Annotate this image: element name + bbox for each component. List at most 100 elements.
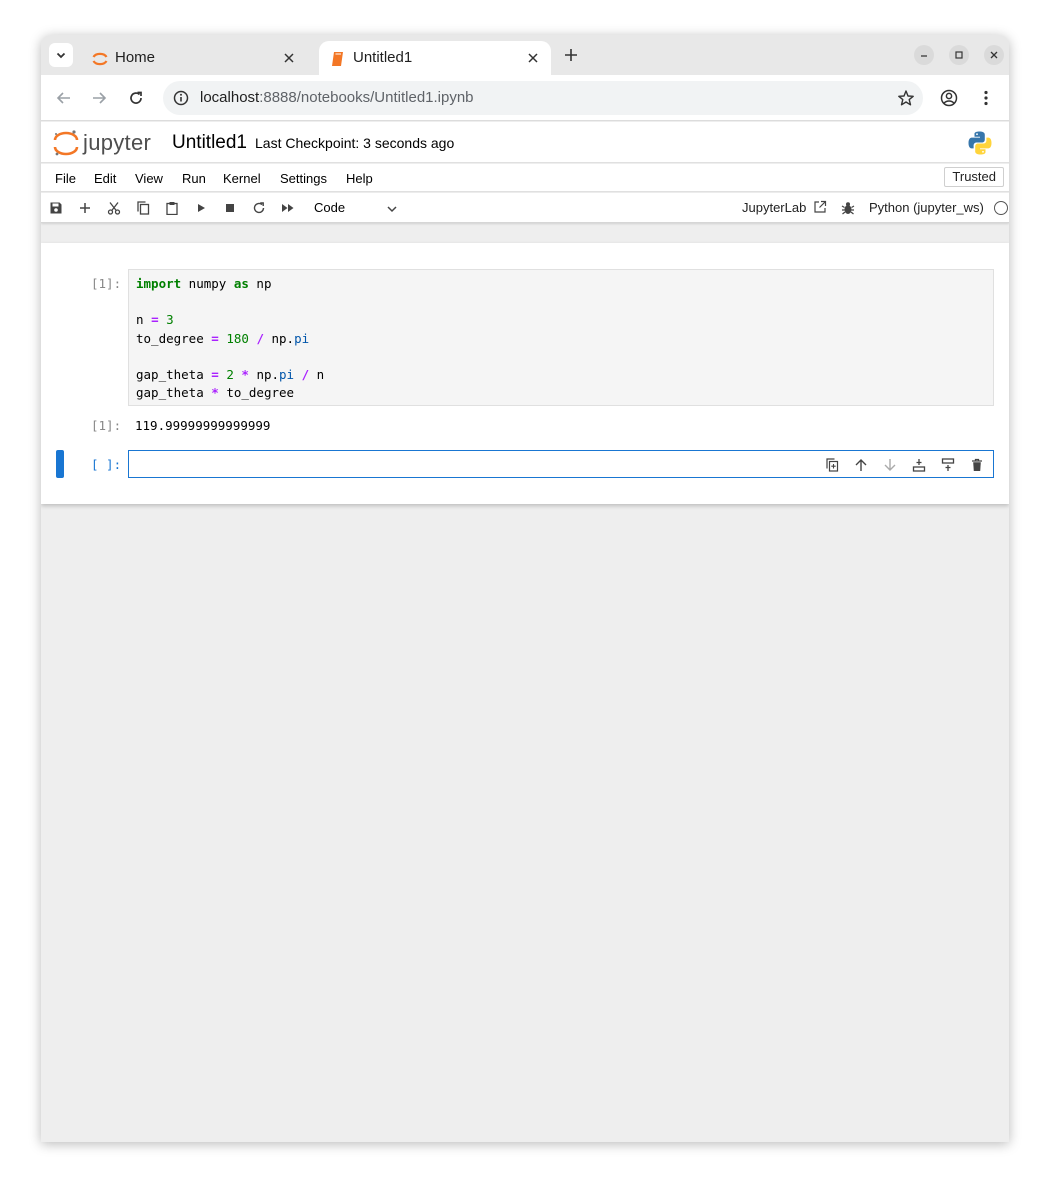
- chevron-down-icon[interactable]: [385, 202, 399, 216]
- code-line: import numpy as np: [136, 276, 272, 291]
- move-cell-up-button[interactable]: [853, 457, 869, 473]
- arrow-right-icon: [93, 92, 107, 104]
- browser-window: Home Untitled1 localhost:8888/notebooks/…: [41, 35, 1009, 1142]
- jupyter-header: jupyter Untitled1 Last Checkpoint: 3 sec…: [41, 122, 1009, 163]
- code-line: n = 3: [136, 312, 174, 327]
- fast-forward-icon: [282, 204, 294, 212]
- maximize-icon: [955, 51, 963, 59]
- scissors-icon: [107, 202, 121, 215]
- forward-button[interactable]: [89, 88, 109, 108]
- notebook-panel: [1]: import numpy as np n = 3 to_degree …: [41, 243, 1009, 504]
- url-text: localhost:8888/notebooks/Untitled1.ipynb: [200, 89, 474, 106]
- menu-settings[interactable]: Settings: [280, 171, 327, 186]
- menu-file[interactable]: File: [55, 171, 76, 186]
- insert-cell-above-button[interactable]: [911, 457, 927, 473]
- last-checkpoint: Last Checkpoint: 3 seconds ago: [255, 135, 455, 151]
- tab-home[interactable]: Home: [81, 41, 307, 75]
- restart-run-all-button[interactable]: [280, 200, 296, 216]
- close-window-button[interactable]: [984, 45, 1004, 65]
- python-logo-icon: [968, 131, 992, 155]
- more-vert-icon: [984, 90, 988, 106]
- external-link-icon[interactable]: [813, 200, 827, 214]
- jupyter-favicon: [92, 52, 108, 66]
- minimize-button[interactable]: [914, 45, 934, 65]
- maximize-button[interactable]: [949, 45, 969, 65]
- arrow-left-icon: [56, 92, 70, 104]
- jupyter-wordmark: jupyter: [83, 130, 152, 155]
- trash-icon: [972, 458, 982, 471]
- plus-icon: [80, 203, 90, 213]
- move-cell-down-button[interactable]: [882, 457, 898, 473]
- account-icon: [940, 89, 958, 107]
- menu-edit[interactable]: Edit: [94, 171, 116, 186]
- paste-button[interactable]: [164, 200, 180, 216]
- jupyterlab-link[interactable]: JupyterLab: [742, 200, 806, 215]
- menu-kernel[interactable]: Kernel: [223, 171, 261, 186]
- notebook-title[interactable]: Untitled1: [172, 132, 247, 154]
- cell-output: 119.99999999999999: [135, 418, 271, 433]
- insert-above-icon: [912, 459, 926, 472]
- code-line: gap_theta = 2 * np.pi / n: [136, 367, 325, 382]
- insert-cell-below-button[interactable]: [940, 457, 956, 473]
- output-prompt: [1]:: [91, 418, 122, 433]
- insert-below-icon: [941, 458, 955, 471]
- info-icon[interactable]: [173, 90, 189, 106]
- close-icon: [990, 51, 998, 59]
- arrow-down-icon: [884, 459, 896, 471]
- clipboard-icon: [166, 202, 178, 215]
- input-prompt: [1]:: [91, 276, 122, 291]
- duplicate-cell-button[interactable]: [824, 457, 840, 473]
- trusted-indicator[interactable]: Trusted: [944, 167, 1004, 187]
- close-icon[interactable]: [525, 50, 541, 66]
- cut-button[interactable]: [106, 200, 122, 216]
- menu-run[interactable]: Run: [182, 171, 206, 186]
- plus-icon: [565, 49, 577, 61]
- new-tab-button[interactable]: [559, 43, 583, 67]
- cell-type-select[interactable]: Code: [314, 200, 345, 215]
- minimize-icon: [921, 55, 927, 57]
- stop-icon: [226, 204, 234, 212]
- tab-strip: Home Untitled1: [41, 35, 1009, 75]
- kernel-status-icon: [994, 201, 1008, 215]
- browser-menu-button[interactable]: [976, 88, 996, 108]
- run-button[interactable]: [193, 200, 209, 216]
- profile-button[interactable]: [939, 88, 959, 108]
- notebook-toolbar: Code JupyterLab Python (jupyter_ws): [41, 193, 1009, 223]
- debugger-bug-icon[interactable]: [840, 200, 856, 216]
- notebook-favicon: [332, 52, 343, 66]
- navigation-bar: localhost:8888/notebooks/Untitled1.ipynb: [41, 75, 1009, 121]
- tab-title: Home: [115, 49, 156, 66]
- tab-search-button[interactable]: [49, 43, 73, 67]
- reload-button[interactable]: [126, 88, 146, 108]
- code-cell-editor[interactable]: import numpy as np n = 3 to_degree = 180…: [128, 269, 994, 406]
- empty-code-cell-editor[interactable]: [128, 450, 994, 478]
- jupyter-logo[interactable]: jupyter: [53, 129, 163, 157]
- tab-title: Untitled1: [353, 49, 413, 66]
- copy-icon: [137, 201, 150, 215]
- arrow-up-icon: [855, 459, 867, 471]
- menu-help[interactable]: Help: [346, 171, 373, 186]
- back-button[interactable]: [54, 88, 74, 108]
- jupyter-logo-icon: [53, 130, 79, 156]
- insert-cell-button[interactable]: [77, 200, 93, 216]
- tab-untitled1[interactable]: Untitled1: [319, 41, 551, 75]
- copy-button[interactable]: [135, 200, 151, 216]
- input-prompt: [ ]:: [91, 457, 122, 472]
- active-cell-indicator[interactable]: [56, 450, 64, 478]
- save-icon: [50, 202, 62, 214]
- delete-cell-button[interactable]: [969, 457, 985, 473]
- bookmark-star-icon[interactable]: [897, 89, 915, 107]
- menu-view[interactable]: View: [135, 171, 163, 186]
- menu-bar: File Edit View Run Kernel Settings Help …: [41, 164, 1009, 192]
- close-icon[interactable]: [281, 50, 297, 66]
- chevron-down-icon: [56, 52, 66, 59]
- save-button[interactable]: [48, 200, 64, 216]
- address-bar[interactable]: localhost:8888/notebooks/Untitled1.ipynb: [163, 81, 923, 115]
- kernel-name[interactable]: Python (jupyter_ws): [869, 200, 984, 215]
- code-line: to_degree = 180 / np.pi: [136, 331, 310, 346]
- code-line: gap_theta * to_degree: [136, 385, 295, 400]
- restart-button[interactable]: [251, 200, 267, 216]
- reload-icon: [130, 91, 142, 104]
- play-icon: [198, 204, 205, 212]
- interrupt-button[interactable]: [222, 200, 238, 216]
